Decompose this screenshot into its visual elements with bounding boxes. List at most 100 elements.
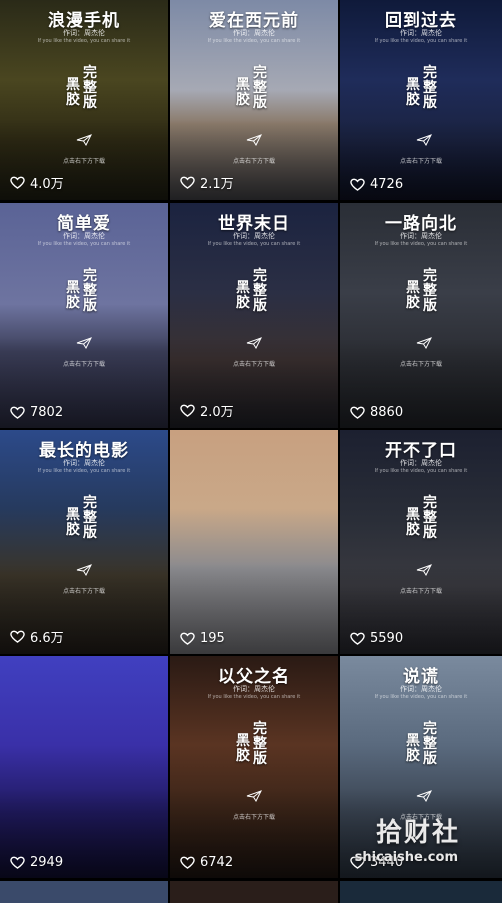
like-number: 2.0万	[200, 405, 234, 420]
like-number: 4.0万	[30, 177, 64, 192]
like-count: 8860	[350, 405, 403, 420]
paper-plane-icon	[416, 790, 432, 802]
share-hint: If you like the video, you can share it	[374, 694, 468, 700]
video-tile[interactable]: 195	[170, 430, 338, 654]
stamp-vinyl: 黑胶	[406, 77, 420, 108]
stamp-vinyl: 黑胶	[236, 280, 250, 311]
stamp-full-version: 完整版	[83, 65, 97, 111]
lyricist-line: 作词：周杰伦	[63, 232, 105, 240]
watermark-logo: 拾财社	[375, 818, 460, 848]
video-tile[interactable]: 2949	[0, 656, 168, 878]
paper-plane-icon	[246, 337, 262, 349]
like-count: 2949	[10, 855, 63, 870]
download-hint: 点击右下方下载	[62, 588, 105, 595]
like-count: 4.0万	[10, 173, 64, 192]
like-number: 5590	[370, 631, 404, 646]
like-count: 5590	[350, 631, 403, 646]
lyricist-line: 作词：周杰伦	[400, 685, 442, 693]
video-tile[interactable]: 简单爱 作词：周杰伦 If you like the video, you can …	[0, 203, 168, 428]
stamp-full-version: 完整版	[423, 65, 437, 111]
paper-plane-icon	[416, 134, 432, 146]
share-hint: If you like the video, you can share it	[374, 468, 468, 474]
stamp-vinyl: 黑胶	[406, 280, 420, 311]
video-tile-partial[interactable]	[0, 881, 168, 903]
share-hint: If you like the video, you can share it	[207, 38, 301, 44]
lyricist-line: 作词：周杰伦	[233, 232, 275, 240]
video-tile[interactable]: 最长的电影 作词：周杰伦 If you like the video, you ca…	[0, 430, 168, 654]
stamp-full-version: 完整版	[253, 268, 267, 314]
share-hint: If you like the video, you can share it	[207, 241, 301, 247]
stamp-vinyl: 黑胶	[406, 733, 420, 764]
share-hint: If you like the video, you can share it	[374, 241, 468, 247]
heart-icon	[10, 406, 25, 419]
video-tile[interactable]: 爱在西元前 作词：周杰伦 If you like the video, you ca…	[170, 0, 338, 200]
download-hint: 点击右下方下载	[62, 158, 105, 165]
stamp-full-version: 完整版	[253, 65, 267, 111]
download-hint: 点击右下方下载	[232, 814, 275, 821]
like-count: 2.0万	[180, 401, 234, 420]
stamp-full-version: 完整版	[83, 268, 97, 314]
paper-plane-icon	[76, 134, 92, 146]
stamp-vinyl: 黑胶	[66, 77, 80, 108]
share-hint: If you like the video, you can share it	[37, 241, 131, 247]
watermark-url: shicaishe.com	[354, 850, 458, 865]
like-number: 2.1万	[200, 177, 234, 192]
video-tile[interactable]: 浪漫手机 作词：周杰伦 If you like the video, you can…	[0, 0, 168, 200]
paper-plane-icon	[246, 790, 262, 802]
like-count: 2.1万	[180, 173, 234, 192]
video-tile[interactable]: 回到过去 作词：周杰伦 If you like the video, you can…	[340, 0, 502, 200]
video-tile-partial[interactable]	[170, 881, 338, 903]
heart-icon	[10, 176, 25, 189]
download-hint: 点击右下方下载	[399, 588, 442, 595]
heart-icon	[10, 630, 25, 643]
paper-plane-icon	[416, 337, 432, 349]
share-hint: If you like the video, you can share it	[37, 38, 131, 44]
paper-plane-icon	[246, 134, 262, 146]
heart-icon	[180, 176, 195, 189]
stamp-vinyl: 黑胶	[406, 507, 420, 538]
stamp-full-version: 完整版	[423, 268, 437, 314]
lyricist-line: 作词：周杰伦	[233, 29, 275, 37]
stamp-full-version: 完整版	[423, 495, 437, 541]
like-number: 2949	[30, 855, 64, 870]
paper-plane-icon	[416, 564, 432, 576]
lyricist-line: 作词：周杰伦	[400, 232, 442, 240]
like-number: 8860	[370, 405, 404, 420]
stamp-vinyl: 黑胶	[236, 77, 250, 108]
lyricist-line: 作词：周杰伦	[400, 29, 442, 37]
like-number: 6742	[200, 855, 234, 870]
share-hint: If you like the video, you can share it	[37, 468, 131, 474]
paper-plane-icon	[76, 564, 92, 576]
like-count: 7802	[10, 405, 63, 420]
video-tile[interactable]: 一路向北 作词：周杰伦 If you like the video, you can…	[340, 203, 502, 428]
stamp-full-version: 完整版	[83, 495, 97, 541]
download-hint: 点击右下方下载	[62, 361, 105, 368]
heart-icon	[350, 632, 365, 645]
heart-icon	[350, 178, 365, 191]
share-hint: If you like the video, you can share it	[374, 38, 468, 44]
lyricist-line: 作词：周杰伦	[400, 459, 442, 467]
stamp-vinyl: 黑胶	[236, 733, 250, 764]
heart-icon	[10, 856, 25, 869]
lyricist-line: 作词：周杰伦	[233, 685, 275, 693]
video-tile[interactable]: 开不了口 作词：周杰伦 If you like the video, you can…	[340, 430, 502, 654]
download-hint: 点击右下方下载	[399, 158, 442, 165]
stamp-vinyl: 黑胶	[66, 280, 80, 311]
like-number: 7802	[30, 405, 64, 420]
lyricist-line: 作词：周杰伦	[63, 459, 105, 467]
heart-icon	[180, 632, 195, 645]
like-count: 4726	[350, 177, 403, 192]
like-count: 195	[180, 631, 225, 646]
heart-icon	[180, 856, 195, 869]
heart-icon	[350, 406, 365, 419]
paper-plane-icon	[76, 337, 92, 349]
video-tile[interactable]: 以父之名 作词：周杰伦 If you like the video, you can…	[170, 656, 338, 878]
video-tile[interactable]: 世界末日 作词：周杰伦 If you like the video, you can…	[170, 203, 338, 428]
video-grid: 浪漫手机 作词：周杰伦 If you like the video, you can…	[0, 0, 502, 903]
share-hint: If you like the video, you can share it	[207, 694, 301, 700]
like-number: 6.6万	[30, 631, 64, 646]
video-tile-partial[interactable]	[340, 881, 502, 903]
like-number: 4726	[370, 177, 404, 192]
lyricist-line: 作词：周杰伦	[63, 29, 105, 37]
like-number: 195	[200, 631, 225, 646]
